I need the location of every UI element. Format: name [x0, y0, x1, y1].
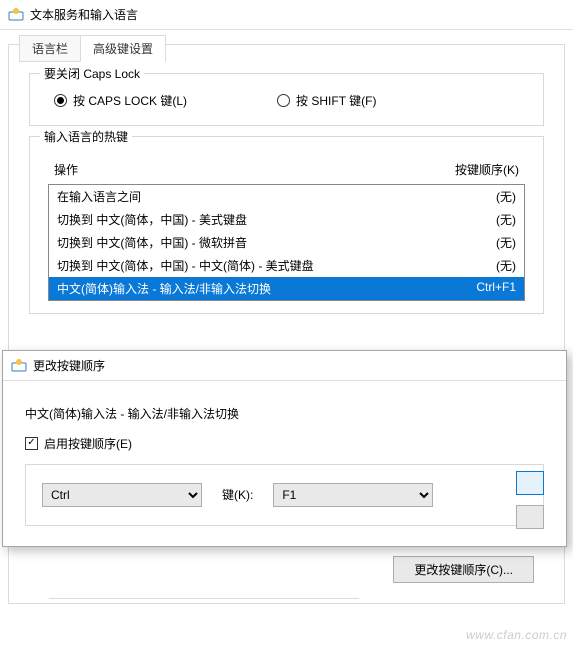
tab-advanced-keys[interactable]: 高级键设置 [80, 35, 166, 62]
ok-button[interactable] [516, 471, 544, 495]
key-field-label: 键(K): [222, 486, 253, 503]
hotkey-row[interactable]: 切换到 中文(简体，中国) - 美式键盘 (无) [49, 208, 524, 231]
capslock-radio-row: 按 CAPS LOCK 键(L) 按 SHIFT 键(F) [44, 90, 529, 111]
hotkey-row-action: 切换到 中文(简体，中国) - 中文(简体) - 美式键盘 [57, 257, 314, 274]
hotkey-listbox[interactable]: 在输入语言之间(无)切换到 中文(简体，中国) - 美式键盘(无)切换到 中文(… [48, 184, 525, 301]
hotkey-row-key: (无) [496, 257, 516, 274]
keyboard-icon [11, 358, 27, 374]
bottom-button-row: 更改按键顺序(C)... [393, 556, 534, 583]
dialog-subtitle: 中文(简体)输入法 - 输入法/非输入法切换 [25, 405, 544, 422]
hotkey-row-action: 切换到 中文(简体，中国) - 美式键盘 [57, 211, 247, 228]
watermark: www.cfan.com.cn [466, 628, 567, 642]
dialog-body: 中文(简体)输入法 - 输入法/非输入法切换 启用按键顺序(E) Ctrl 键(… [3, 381, 566, 546]
key-combobox[interactable]: F1 [273, 483, 433, 507]
change-key-sequence-button[interactable]: 更改按键顺序(C)... [393, 556, 534, 583]
cancel-button[interactable] [516, 505, 544, 529]
enable-key-sequence-label: 启用按键顺序(E) [44, 435, 132, 452]
radio-capslock-label: 按 CAPS LOCK 键(L) [73, 92, 187, 109]
window-titlebar: 文本服务和输入语言 [0, 0, 573, 30]
dialog-title: 更改按键顺序 [33, 357, 105, 374]
hotkey-row[interactable]: 切换到 中文(简体，中国) - 中文(简体) - 美式键盘 (无) [49, 254, 524, 277]
group-capslock: 要关闭 Caps Lock 按 CAPS LOCK 键(L) 按 SHIFT 键… [29, 73, 544, 126]
list-headers: 操作 按键顺序(K) [44, 157, 529, 182]
radio-shift-label: 按 SHIFT 键(F) [296, 92, 376, 109]
dialog-side-buttons [516, 471, 544, 529]
change-key-sequence-dialog: 更改按键顺序 中文(简体)输入法 - 输入法/非输入法切换 启用按键顺序(E) … [2, 350, 567, 547]
hotkey-row[interactable]: 中文(简体)输入法 - 输入法/非输入法切换 Ctrl+F1 [49, 277, 524, 300]
hotkey-row-key: Ctrl+F1 [476, 280, 516, 297]
group-hotkeys: 输入语言的热键 操作 按键顺序(K) 在输入语言之间(无)切换到 中文(简体，中… [29, 136, 544, 314]
hotkey-row-action: 中文(简体)输入法 - 输入法/非输入法切换 [57, 280, 271, 297]
tabstrip: 语言栏 高级键设置 [19, 35, 165, 62]
header-action: 操作 [54, 161, 78, 178]
group-hotkeys-title: 输入语言的热键 [40, 128, 132, 145]
hotkey-row-key: (无) [496, 211, 516, 228]
hotkey-row-key: (无) [496, 234, 516, 251]
radio-indicator-icon [277, 94, 290, 107]
dialog-titlebar: 更改按键顺序 [3, 351, 566, 381]
hotkey-row-key: (无) [496, 188, 516, 205]
panel-content: 要关闭 Caps Lock 按 CAPS LOCK 键(L) 按 SHIFT 键… [9, 45, 564, 324]
divider [49, 598, 359, 599]
modifier-combobox[interactable]: Ctrl [42, 483, 202, 507]
hotkey-row[interactable]: 切换到 中文(简体，中国) - 微软拼音 (无) [49, 231, 524, 254]
group-capslock-title: 要关闭 Caps Lock [40, 65, 144, 82]
radio-indicator-icon [54, 94, 67, 107]
checkbox-indicator-icon [25, 437, 38, 450]
radio-shift-key[interactable]: 按 SHIFT 键(F) [277, 92, 376, 109]
keyboard-icon [8, 7, 24, 23]
enable-key-sequence-checkbox[interactable]: 启用按键顺序(E) [25, 435, 132, 452]
header-key: 按键顺序(K) [455, 161, 519, 178]
key-controls-group: Ctrl 键(K): F1 [25, 464, 544, 526]
hotkey-row-action: 切换到 中文(简体，中国) - 微软拼音 [57, 234, 247, 251]
hotkey-row[interactable]: 在输入语言之间 (无) [49, 185, 524, 208]
tab-language-bar[interactable]: 语言栏 [19, 35, 81, 62]
hotkey-row-action: 在输入语言之间 [57, 188, 141, 205]
window-title: 文本服务和输入语言 [30, 6, 138, 23]
radio-capslock-key[interactable]: 按 CAPS LOCK 键(L) [54, 92, 187, 109]
